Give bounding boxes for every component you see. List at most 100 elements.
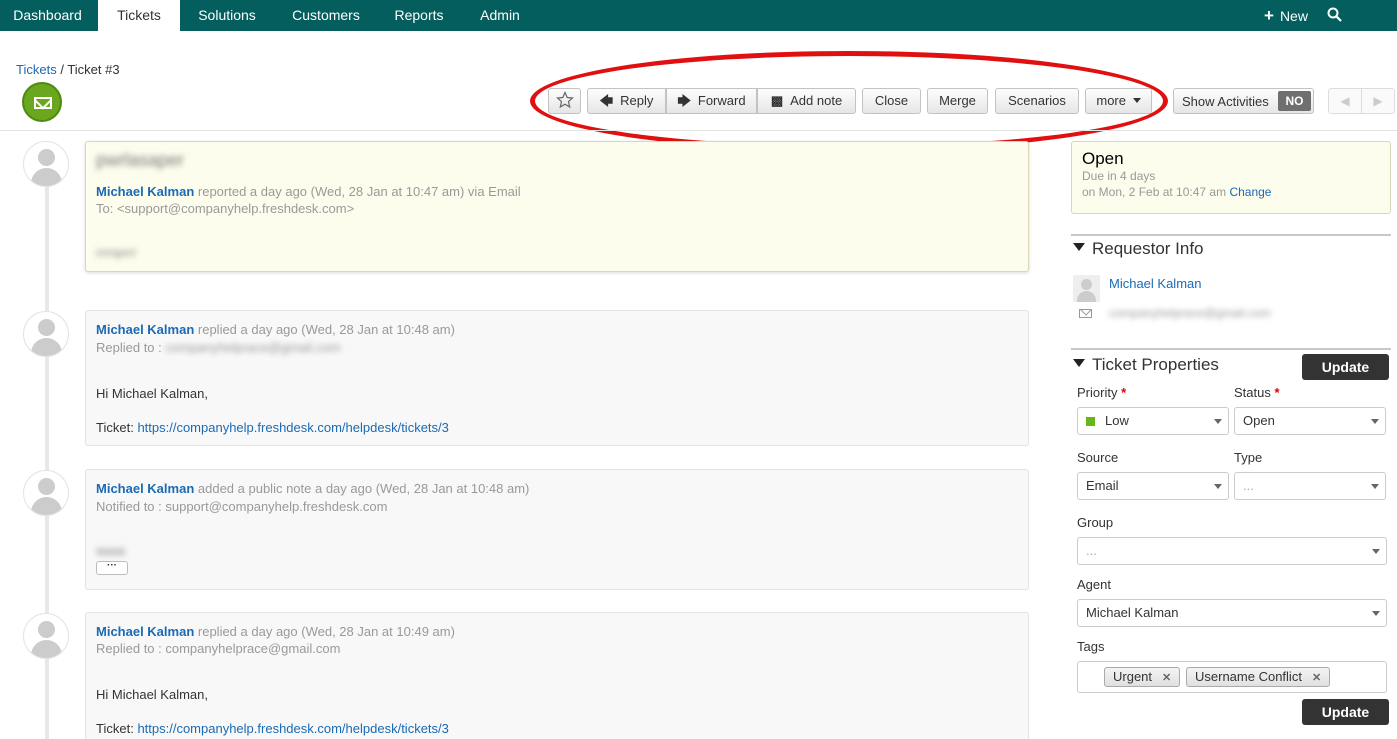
forward-arrow-icon: 🡆 bbox=[677, 93, 691, 108]
requestor-info-header[interactable]: Requestor Info bbox=[1073, 239, 1204, 259]
reply-button[interactable]: 🡄 Reply bbox=[587, 88, 666, 114]
item-action: replied a day ago (Wed, 28 Jan at 10:48 … bbox=[197, 322, 455, 337]
item-action: added a public note a day ago (Wed, 28 J… bbox=[197, 481, 530, 496]
remove-tag-icon[interactable]: ✕ bbox=[1312, 672, 1321, 684]
ticket-properties-header[interactable]: Ticket Properties bbox=[1073, 355, 1219, 375]
breadcrumb: Tickets / Ticket #3 bbox=[16, 62, 120, 77]
reply-arrow-icon: 🡄 bbox=[599, 93, 614, 108]
requestor-avatar bbox=[1073, 275, 1100, 302]
agent-label: Agent bbox=[1077, 577, 1111, 592]
group-label: Group bbox=[1077, 515, 1114, 530]
avatar bbox=[23, 141, 69, 187]
next-icon: ▶ bbox=[1373, 94, 1383, 108]
update-button-top[interactable]: Update bbox=[1302, 354, 1389, 380]
author-link[interactable]: Michael Kalman bbox=[96, 481, 194, 496]
item-body: aaaa bbox=[96, 543, 125, 558]
nav-tab-tickets[interactable]: Tickets bbox=[98, 0, 180, 31]
breadcrumb-tickets-link[interactable]: Tickets bbox=[16, 62, 57, 77]
item-action: replied a day ago (Wed, 28 Jan at 10:49 … bbox=[197, 624, 455, 639]
collapse-icon bbox=[1073, 243, 1085, 251]
search-icon bbox=[1327, 0, 1343, 31]
search-label: Search bbox=[1333, 38, 1378, 54]
item-body: rrrnprrr bbox=[96, 245, 137, 260]
conversation-item: Michael Kalman replied a day ago (Wed, 2… bbox=[85, 612, 1029, 739]
status-label: Status * bbox=[1234, 385, 1280, 400]
avatar bbox=[23, 311, 69, 357]
item-meta: Michael Kalman added a public note a day… bbox=[96, 481, 529, 496]
conversation-item: Michael Kalman added a public note a day… bbox=[85, 469, 1029, 590]
ticket-subject: pwrlasaper bbox=[96, 150, 185, 170]
agent-select[interactable]: Michael Kalman bbox=[1077, 599, 1387, 627]
group-select[interactable]: ... bbox=[1077, 537, 1387, 565]
avatar bbox=[23, 470, 69, 516]
nav-tab-solutions[interactable]: Solutions bbox=[185, 0, 269, 31]
status-select[interactable]: Open bbox=[1234, 407, 1386, 435]
forward-label: Forward bbox=[697, 93, 746, 108]
show-activities-toggle[interactable]: Show Activities NO bbox=[1173, 88, 1314, 114]
prev-ticket-button[interactable]: ◀ bbox=[1328, 88, 1362, 114]
close-button[interactable]: Close bbox=[862, 88, 921, 114]
nav-tab-reports[interactable]: Reports bbox=[383, 0, 455, 31]
item-meta: Michael Kalman reported a day ago (Wed, … bbox=[96, 184, 521, 199]
status-box: Open Due in 4 days on Mon, 2 Feb at 10:4… bbox=[1071, 141, 1391, 214]
author-link[interactable]: Michael Kalman bbox=[96, 624, 194, 639]
priority-select[interactable]: Low bbox=[1077, 407, 1229, 435]
add-note-button[interactable]: ▩ Add note bbox=[757, 88, 856, 114]
star-button[interactable] bbox=[548, 88, 581, 114]
source-select[interactable]: Email bbox=[1077, 472, 1229, 500]
conversation-item: Michael Kalman replied a day ago (Wed, 2… bbox=[85, 310, 1029, 446]
collapse-icon bbox=[1073, 359, 1085, 367]
ticket-link[interactable]: https://companyhelp.freshdesk.com/helpde… bbox=[137, 420, 448, 435]
expand-quoted-button[interactable]: ··· bbox=[96, 561, 128, 575]
more-button[interactable]: more bbox=[1085, 88, 1152, 114]
author-link[interactable]: Michael Kalman bbox=[96, 184, 194, 199]
author-link[interactable]: Michael Kalman bbox=[96, 322, 194, 337]
add-note-label: Add note bbox=[790, 93, 843, 108]
item-ticket-line: Ticket: https://companyhelp.freshdesk.co… bbox=[96, 721, 449, 736]
requestor-name-link[interactable]: Michael Kalman bbox=[1109, 276, 1202, 291]
new-button[interactable]: + New bbox=[1264, 0, 1308, 31]
item-recipient: Notified to : support@companyhelp.freshd… bbox=[96, 499, 388, 514]
mail-icon bbox=[1079, 309, 1092, 318]
type-select[interactable]: ... bbox=[1234, 472, 1386, 500]
more-label: more bbox=[1096, 93, 1126, 108]
nav-tab-dashboard[interactable]: Dashboard bbox=[0, 0, 95, 31]
conversation-item: pwrlasaper Michael Kalman reported a day… bbox=[85, 141, 1029, 272]
nav-tab-customers[interactable]: Customers bbox=[278, 0, 374, 31]
search-button[interactable]: Search bbox=[1327, 0, 1397, 54]
item-ticket-line: Ticket: https://companyhelp.freshdesk.co… bbox=[96, 420, 449, 435]
due-date: on Mon, 2 Feb at 10:47 am Change bbox=[1082, 185, 1272, 199]
change-due-link[interactable]: Change bbox=[1229, 185, 1271, 199]
item-meta: Michael Kalman replied a day ago (Wed, 2… bbox=[96, 322, 455, 337]
next-ticket-button[interactable]: ▶ bbox=[1361, 88, 1395, 114]
priority-label: Priority * bbox=[1077, 385, 1127, 400]
plus-icon: + bbox=[1264, 6, 1274, 25]
update-button-bottom[interactable]: Update bbox=[1302, 699, 1389, 725]
section-divider bbox=[1071, 234, 1391, 236]
item-recipient: Replied to : companyhelprace@gmail.com bbox=[96, 340, 341, 355]
star-icon bbox=[555, 91, 574, 109]
tag-chip: Username Conflict ✕ bbox=[1186, 667, 1331, 687]
nav-tab-admin[interactable]: Admin bbox=[468, 0, 532, 31]
tags-input[interactable]: Urgent ✕ Username Conflict ✕ bbox=[1077, 661, 1387, 693]
merge-button[interactable]: Merge bbox=[927, 88, 988, 114]
item-greeting: Hi Michael Kalman, bbox=[96, 687, 208, 702]
caret-down-icon bbox=[1132, 98, 1141, 103]
scenarios-button[interactable]: Scenarios bbox=[995, 88, 1079, 114]
tags-label: Tags bbox=[1077, 639, 1105, 654]
due-text: Due in 4 days bbox=[1082, 169, 1156, 183]
item-recipient: To: <support@companyhelp.freshdesk.com> bbox=[96, 201, 355, 216]
item-meta: Michael Kalman replied a day ago (Wed, 2… bbox=[96, 624, 455, 639]
show-activities-label: Show Activities bbox=[1182, 94, 1269, 109]
priority-color-icon bbox=[1086, 417, 1095, 426]
source-label: Source bbox=[1077, 450, 1119, 465]
avatar bbox=[23, 613, 69, 659]
item-greeting: Hi Michael Kalman, bbox=[96, 386, 208, 401]
tag-chip: Urgent ✕ bbox=[1104, 667, 1181, 687]
remove-tag-icon[interactable]: ✕ bbox=[1162, 672, 1171, 684]
item-action: reported a day ago (Wed, 28 Jan at 10:47… bbox=[197, 184, 521, 199]
reply-label: Reply bbox=[620, 93, 654, 108]
ticket-link[interactable]: https://companyhelp.freshdesk.com/helpde… bbox=[137, 721, 448, 736]
forward-button[interactable]: 🡆 Forward bbox=[666, 88, 757, 114]
new-label: New bbox=[1279, 8, 1308, 24]
